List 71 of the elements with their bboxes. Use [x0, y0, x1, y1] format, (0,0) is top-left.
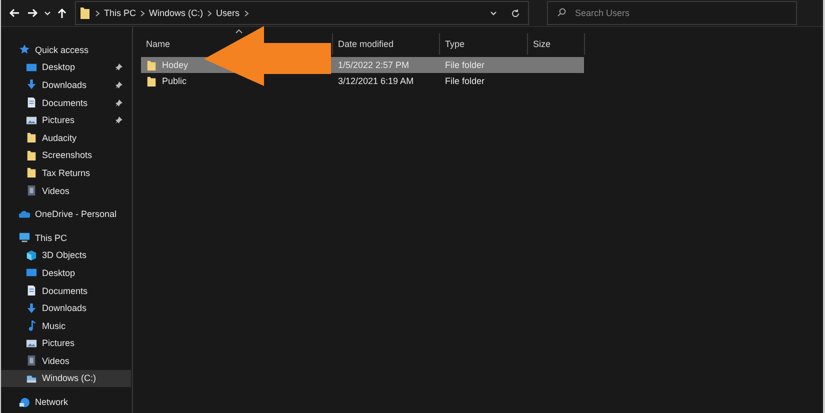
folder-icon	[26, 132, 37, 144]
folder-icon	[26, 167, 37, 178]
sidebar-item[interactable]: Pictures	[1, 334, 131, 352]
forward-button[interactable]	[25, 6, 39, 20]
sidebar-item[interactable]: Tax Returns	[1, 164, 131, 182]
folder-icon	[79, 6, 91, 20]
date-cell-text: 1/5/2022 2:57 PM	[337, 60, 410, 70]
up-arrow-icon	[57, 8, 67, 18]
film-icon	[26, 355, 37, 366]
sidebar-item[interactable]: Screenshots	[1, 146, 131, 164]
back-button[interactable]	[7, 6, 21, 20]
column-header[interactable]: Size	[528, 33, 585, 55]
folder-icon	[26, 150, 37, 161]
column-header[interactable]: Date modified	[333, 33, 440, 55]
sidebar-item[interactable]: Videos	[1, 352, 131, 370]
sidebar-item[interactable]: Desktop	[1, 264, 131, 282]
sidebar-item[interactable]: Downloads	[1, 299, 131, 317]
sidebar-item[interactable]: This PC	[1, 228, 131, 247]
network-icon	[19, 396, 30, 408]
sort-caret-icon	[235, 29, 243, 34]
sidebar-item[interactable]: 3D Objects	[1, 246, 131, 264]
chevron-icon	[244, 10, 249, 16]
sidebar-item[interactable]: Audacity	[1, 128, 131, 147]
film-icon	[26, 185, 37, 196]
picture-icon	[26, 114, 37, 126]
download-icon	[26, 79, 37, 90]
name-cell: Public	[141, 76, 333, 86]
cloud-icon	[19, 208, 30, 220]
star-icon	[19, 44, 30, 56]
sidebar-item[interactable]: OneDrive - Personal	[1, 205, 131, 223]
file-row[interactable]: Public 3/12/2021 6:19 AM File folder	[141, 73, 584, 89]
sidebar-item[interactable]: Network	[1, 393, 131, 411]
sidebar-item[interactable]: Quick access	[1, 41, 131, 59]
back-arrow-icon	[8, 8, 20, 18]
sidebar-item[interactable]: Desktop	[1, 58, 131, 76]
picture-icon	[26, 338, 37, 349]
chevron-icon	[207, 10, 212, 16]
up-button[interactable]	[55, 6, 69, 20]
sidebar-item[interactable]: Documents	[1, 94, 131, 112]
document-icon	[26, 285, 37, 296]
monitor-icon	[19, 232, 30, 244]
sidebar-item[interactable]: Pictures	[1, 111, 131, 129]
breadcrumb[interactable]: This PC	[104, 8, 136, 18]
search-field[interactable]: Search Users	[547, 1, 797, 25]
document-icon	[26, 97, 37, 108]
sidebar-item[interactable]: Downloads	[1, 76, 131, 94]
caret-icon	[44, 10, 50, 16]
forward-arrow-icon	[26, 8, 38, 18]
cube-icon	[26, 250, 37, 261]
sidebar-item[interactable]: Videos	[1, 182, 131, 200]
column-header[interactable]: Type	[440, 33, 528, 55]
download-icon	[26, 302, 37, 314]
desktop-icon	[26, 62, 37, 73]
sidebar-item[interactable]: Music	[1, 316, 131, 334]
sidebar-item[interactable]: Windows (C:)	[1, 370, 131, 388]
refresh-icon[interactable]	[511, 8, 520, 18]
address-bar[interactable]: This PC Windows (C:) Users	[75, 1, 529, 25]
chevron-icon	[140, 10, 146, 16]
folder-icon	[146, 76, 157, 86]
type-cell-text: File folder	[444, 60, 486, 70]
type-cell-text: File folder	[444, 76, 486, 86]
search-icon	[557, 8, 566, 17]
desktop-icon	[26, 267, 37, 278]
date-cell-text: 3/12/2021 6:19 AM	[337, 76, 415, 86]
dropdown-icon[interactable]	[490, 10, 497, 16]
music-note-icon	[26, 320, 37, 332]
breadcrumb[interactable]: Users	[216, 8, 240, 18]
folder-icon	[146, 60, 157, 70]
chevron-icon	[95, 10, 100, 16]
breadcrumb[interactable]: Windows (C:)	[149, 8, 204, 18]
sidebar-item[interactable]: Documents	[1, 282, 131, 300]
